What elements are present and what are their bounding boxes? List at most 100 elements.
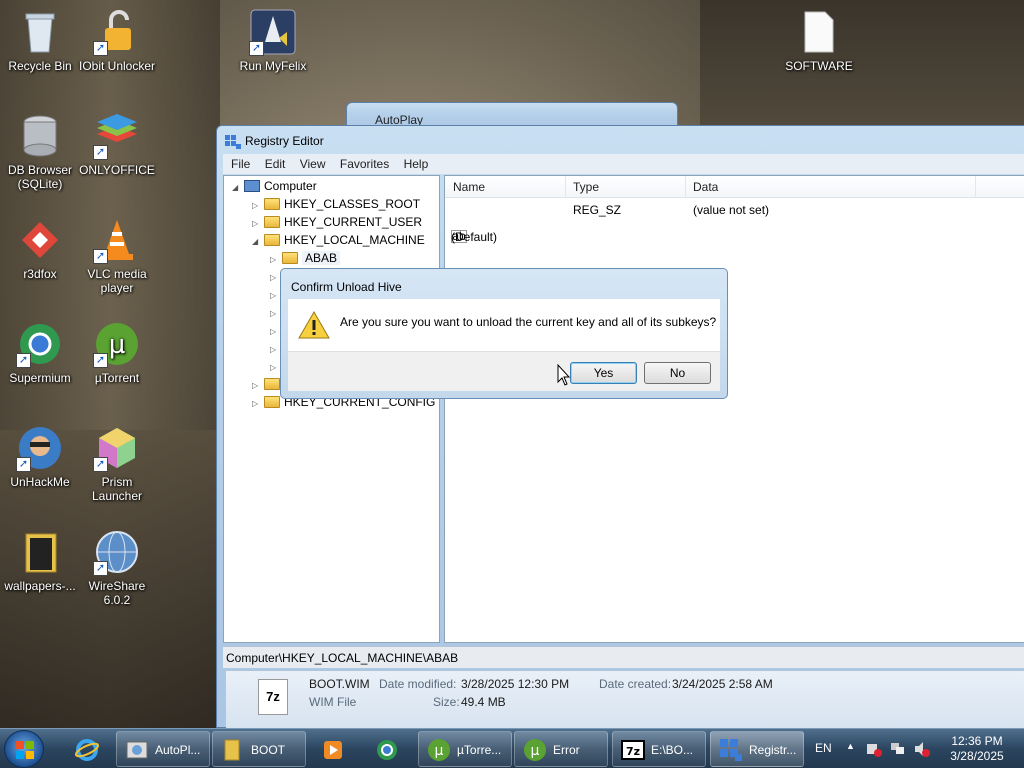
desktop-icon-software[interactable]: SOFTWARE [779, 8, 859, 73]
desktop-icon-unhackme[interactable]: ➚ UnHackMe [0, 424, 80, 489]
registry-editor-window[interactable]: Registry Editor File Edit View Favorites… [216, 125, 1024, 728]
clock[interactable]: 12:36 PM 3/28/2025 [942, 734, 1012, 764]
collapse-arrow-icon[interactable]: ▷ [252, 396, 264, 412]
supermium-icon: ➚ [16, 320, 64, 368]
taskbar-item-autoplay[interactable]: AutoPl... [116, 731, 210, 767]
menu-file[interactable]: File [231, 157, 250, 171]
column-type[interactable]: Type [573, 180, 599, 194]
desktop-icon-wireshare[interactable]: ➚ WireShare 6.0.2 [77, 528, 157, 607]
svg-text:µ: µ [531, 743, 540, 759]
no-button[interactable]: No [644, 362, 711, 384]
shortcut-arrow-icon: ➚ [93, 41, 108, 56]
recycle-bin-icon [16, 8, 64, 56]
menu-favorites[interactable]: Favorites [340, 157, 389, 171]
svg-text:µ: µ [109, 330, 126, 360]
created-label: Date created: [599, 677, 672, 691]
desktop-icon-onlyoffice[interactable]: ➚ ONLYOFFICE [77, 112, 157, 177]
taskbar: AutoPl... BOOT µ µTorre... µ Error 7z E:… [0, 728, 1024, 768]
registry-values-list[interactable]: Name Type Data ab (Default) REG_SZ (value… [444, 175, 1024, 643]
warning-icon [298, 311, 330, 339]
desktop-icon-utorrent[interactable]: µ ➚ µTorrent [77, 320, 157, 385]
tree-node-abab[interactable]: ▷ ABAB [270, 250, 341, 268]
desktop-icon-r3dfox[interactable]: r3dfox [0, 216, 80, 281]
desktop-icon-run-myfelix[interactable]: ➚ Run MyFelix [233, 8, 313, 73]
tree-node-computer[interactable]: ◢ Computer [232, 178, 317, 194]
expand-arrow-icon[interactable]: ◢ [232, 180, 244, 196]
volume-muted-icon[interactable] [914, 741, 930, 757]
registry-editor-icon [720, 739, 742, 761]
desktop-icon-vlc[interactable]: ➚ VLC media player [77, 216, 157, 295]
7z-file-icon: 7z [258, 679, 288, 715]
database-icon [16, 112, 64, 160]
wallpaper-wall-right [700, 0, 1024, 130]
confirm-unload-hive-dialog[interactable]: Confirm Unload Hive Are you sure you wan… [280, 268, 728, 399]
tree-node-hklm[interactable]: ◢ HKEY_LOCAL_MACHINE [252, 232, 425, 248]
tray-expand-icon[interactable]: ▲ [846, 741, 855, 751]
dialog-title: Confirm Unload Hive [291, 280, 402, 294]
wireshare-icon: ➚ [93, 528, 141, 576]
7zip-icon: 7z [621, 740, 645, 760]
tree-node-hkcu[interactable]: ▷ HKEY_CURRENT_USER [252, 214, 422, 230]
regedit-menubar: File Edit View Favorites Help [223, 154, 1024, 174]
shortcut-arrow-icon: ➚ [16, 353, 31, 368]
internet-explorer-icon [75, 739, 99, 761]
run-myfelix-icon: ➚ [249, 8, 297, 56]
tree-node-hkcr[interactable]: ▷ HKEY_CLASSES_ROOT [252, 196, 420, 212]
taskbar-item-error[interactable]: µ Error [514, 731, 608, 767]
desktop-icon-iobit-unlocker[interactable]: ➚ IObit Unlocker [77, 8, 157, 73]
desktop-icon-db-browser[interactable]: DB Browser (SQLite) [0, 112, 80, 191]
explorer-details-pane: 7z BOOT.WIM Date modified: 3/28/2025 12:… [226, 670, 1024, 728]
shortcut-arrow-icon: ➚ [93, 353, 108, 368]
menu-view[interactable]: View [300, 157, 326, 171]
network-icon[interactable] [890, 741, 906, 757]
supermium-icon [377, 740, 397, 760]
prism-launcher-icon: ➚ [93, 424, 141, 472]
desktop-icon-wallpapers-folder[interactable]: wallpapers-... [0, 528, 80, 593]
menu-help[interactable]: Help [404, 157, 429, 171]
action-center-icon[interactable] [866, 741, 882, 757]
language-indicator[interactable]: EN [815, 741, 832, 755]
desktop-icon-prism-launcher[interactable]: ➚ Prism Launcher [77, 424, 157, 503]
expand-arrow-icon[interactable]: ◢ [252, 234, 264, 250]
autoplay-icon [126, 741, 148, 759]
taskbar-item-boot[interactable]: BOOT [212, 731, 306, 767]
collapse-arrow-icon[interactable]: ▷ [270, 252, 282, 268]
computer-icon [244, 180, 260, 192]
taskbar-item-regedit[interactable]: Registr... [710, 731, 804, 767]
clock-time: 12:36 PM [951, 734, 1003, 748]
column-data[interactable]: Data [693, 180, 718, 194]
media-player-icon [324, 741, 342, 759]
folder-icon [224, 739, 240, 761]
utorrent-icon: µ [428, 739, 450, 761]
folder-icon [282, 252, 298, 264]
unhackme-icon: ➚ [16, 424, 64, 472]
mouse-cursor-icon [557, 364, 571, 386]
taskbar-pin-ie[interactable] [66, 731, 112, 767]
column-name[interactable]: Name [453, 180, 485, 194]
svg-text:µ: µ [435, 743, 444, 759]
dialog-body: Are you sure you want to unload the curr… [288, 299, 720, 351]
onlyoffice-icon: ➚ [93, 112, 141, 160]
vlc-cone-icon: ➚ [93, 216, 141, 264]
folder-icon [16, 528, 64, 576]
utorrent-icon: µ [524, 739, 546, 761]
taskbar-item-utorrent[interactable]: µ µTorre... [418, 731, 512, 767]
desktop-icon-supermium[interactable]: ➚ Supermium [0, 320, 80, 385]
r3dfox-icon [16, 216, 64, 264]
folder-icon [264, 198, 280, 210]
collapse-arrow-icon[interactable]: ▷ [252, 216, 264, 232]
taskbar-pin-media-player[interactable] [312, 731, 358, 767]
file-type: WIM File [309, 695, 357, 709]
start-button[interactable] [4, 730, 44, 768]
taskbar-pin-supermium[interactable] [366, 731, 412, 767]
collapse-arrow-icon[interactable]: ▷ [252, 198, 264, 214]
registry-editor-icon [225, 135, 241, 149]
registry-tree[interactable]: ◢ Computer ▷ HKEY_CLASSES_ROOT ▷ HKEY_CURRE… [223, 175, 440, 643]
folder-icon [264, 234, 280, 246]
desktop-icon-recycle-bin[interactable]: Recycle Bin [0, 8, 80, 73]
modified-label: Date modified: [379, 677, 457, 691]
yes-button[interactable]: Yes [570, 362, 637, 384]
taskbar-item-7zip[interactable]: 7z E:\BO... [612, 731, 706, 767]
shortcut-arrow-icon: ➚ [249, 41, 264, 56]
menu-edit[interactable]: Edit [265, 157, 286, 171]
